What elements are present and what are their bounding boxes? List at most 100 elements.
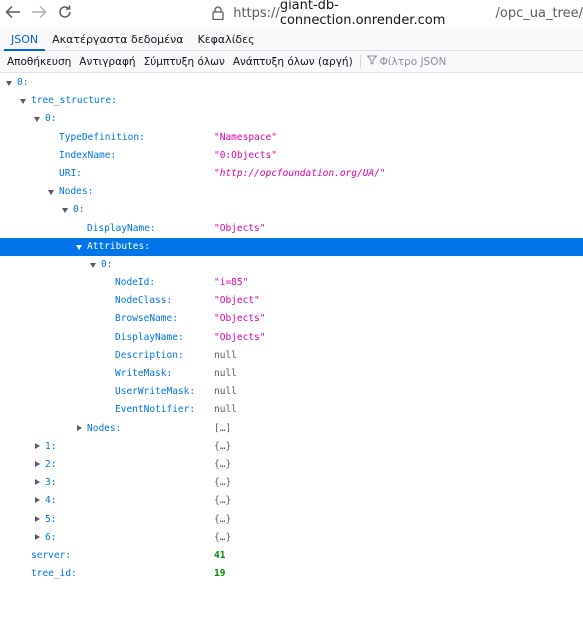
url-host: giant-db-connection.onrender.com bbox=[279, 0, 446, 28]
tree-value: {…} bbox=[214, 458, 232, 470]
reload-button[interactable] bbox=[52, 2, 78, 26]
expand-triangle-icon[interactable] bbox=[35, 442, 40, 449]
tree-key: 6: bbox=[45, 531, 57, 543]
tree-row[interactable]: URI: "http://opcfoundation.org/UA/" bbox=[0, 165, 583, 183]
tree-key: NodeId: bbox=[115, 277, 156, 289]
tree-key: 2: bbox=[45, 458, 57, 470]
collapse-triangle-icon[interactable] bbox=[90, 262, 96, 268]
tree-key: tree_id: bbox=[31, 568, 77, 580]
save-button[interactable]: Αποθήκευση bbox=[3, 56, 75, 68]
collapse-triangle-icon[interactable] bbox=[62, 208, 68, 214]
expand-triangle-icon[interactable] bbox=[35, 460, 40, 467]
tree-row[interactable]: 1: {…} bbox=[0, 438, 583, 456]
collapse-triangle-icon[interactable] bbox=[20, 99, 26, 105]
expand-triangle-icon[interactable] bbox=[35, 497, 40, 504]
tree-key: Nodes: bbox=[59, 186, 94, 198]
tree-key: 0: bbox=[45, 113, 57, 125]
tree-row[interactable]: 6: {…} bbox=[0, 529, 583, 547]
tree-row[interactable]: 0: bbox=[0, 256, 583, 274]
tree-row[interactable]: Attributes: bbox=[0, 237, 583, 256]
arrow-left-icon bbox=[5, 4, 21, 24]
expand-triangle-icon[interactable] bbox=[35, 533, 40, 540]
tree-key: DisplayName: bbox=[115, 331, 184, 343]
tree-key: EventNotifier: bbox=[115, 404, 196, 416]
tree-row[interactable]: 0: bbox=[0, 74, 583, 92]
toolbar-divider bbox=[359, 55, 361, 68]
tree-row[interactable]: tree_structure: bbox=[0, 92, 583, 110]
tree-row[interactable]: 4: {…} bbox=[0, 492, 583, 510]
tree-row[interactable]: DisplayName: "Objects" bbox=[0, 220, 583, 238]
tree-value: "Objects" bbox=[214, 331, 266, 343]
tree-row[interactable]: server: 41 bbox=[0, 547, 583, 565]
expand-triangle-icon[interactable] bbox=[35, 479, 40, 486]
tree-value: {…} bbox=[214, 531, 232, 543]
tree-row[interactable]: IndexName: "0:Objects" bbox=[0, 147, 583, 165]
tree-row[interactable]: 2: {…} bbox=[0, 456, 583, 474]
expand-triangle-icon[interactable] bbox=[77, 424, 82, 431]
json-toolbar: Αποθήκευση Αντιγραφή Σύμπτυξη όλων Ανάπτ… bbox=[0, 51, 583, 73]
forward-button[interactable] bbox=[26, 2, 52, 26]
tree-key: Nodes: bbox=[87, 422, 122, 434]
tree-value: null bbox=[214, 404, 237, 416]
tree-key: 0: bbox=[17, 77, 29, 88]
tree-value: 41 bbox=[214, 549, 226, 561]
viewer-tabs: JSON Ακατέργαστα δεδομένα Κεφαλίδες bbox=[0, 28, 583, 51]
expand-all-button[interactable]: Ανάπτυξη όλων (αργή) bbox=[229, 56, 357, 68]
tree-key: NodeClass: bbox=[115, 295, 173, 307]
tree-value: "Namespace" bbox=[214, 131, 277, 143]
tree-key: tree_structure: bbox=[31, 95, 117, 107]
address-bar[interactable]: https://giant-db-connection.onrender.com… bbox=[208, 0, 583, 28]
filter-placeholder: Φίλτρο JSON bbox=[379, 55, 447, 68]
tree-key: WriteMask: bbox=[115, 368, 173, 379]
tree-key: 4: bbox=[45, 495, 57, 507]
tree-row[interactable]: 0: bbox=[0, 201, 583, 219]
tree-row[interactable]: TypeDefinition: "Namespace" bbox=[0, 129, 583, 147]
tree-row[interactable]: DisplayName: "Objects" bbox=[0, 329, 583, 347]
tree-row[interactable]: NodeId: "i=85" bbox=[0, 274, 583, 292]
tree-key: 0: bbox=[73, 204, 85, 216]
tree-row[interactable]: BrowseName: "Objects" bbox=[0, 310, 583, 328]
tree-row[interactable]: NodeClass: "Object" bbox=[0, 292, 583, 310]
copy-button[interactable]: Αντιγραφή bbox=[75, 56, 139, 68]
arrow-right-icon bbox=[31, 4, 47, 24]
tree-row[interactable]: 3: {…} bbox=[0, 474, 583, 492]
tree-value: "0:Objects" bbox=[214, 149, 277, 161]
tree-key: UserWriteMask: bbox=[115, 386, 196, 398]
tab-headers[interactable]: Κεφαλίδες bbox=[191, 33, 262, 50]
tree-row[interactable]: EventNotifier: null bbox=[0, 401, 583, 419]
back-button[interactable] bbox=[0, 2, 26, 26]
tree-value: {…} bbox=[214, 477, 232, 489]
tree-row[interactable]: 5: {…} bbox=[0, 511, 583, 529]
tab-raw-data[interactable]: Ακατέργαστα δεδομένα bbox=[45, 33, 190, 50]
tree-value: null bbox=[214, 368, 237, 379]
filter-icon bbox=[366, 55, 380, 68]
tree-row[interactable]: 0: bbox=[0, 110, 583, 128]
tree-key: IndexName: bbox=[59, 149, 117, 161]
tree-key: TypeDefinition: bbox=[59, 131, 145, 143]
tree-value: null bbox=[214, 386, 237, 398]
tree-key: 1: bbox=[45, 440, 57, 452]
lock-icon bbox=[208, 6, 227, 20]
tree-key: BrowseName: bbox=[115, 313, 178, 325]
collapse-triangle-icon[interactable] bbox=[48, 190, 54, 196]
tree-row[interactable]: tree_id: 19 bbox=[0, 565, 583, 583]
collapse-all-button[interactable]: Σύμπτυξη όλων bbox=[140, 56, 229, 68]
collapse-triangle-icon[interactable] bbox=[76, 244, 82, 250]
expand-triangle-icon[interactable] bbox=[35, 515, 40, 522]
collapse-triangle-icon[interactable] bbox=[6, 81, 12, 86]
tree-value: "Object" bbox=[214, 295, 260, 307]
tree-key: 3: bbox=[45, 477, 57, 489]
filter-json-input[interactable]: Φίλτρο JSON bbox=[364, 55, 447, 68]
reload-icon bbox=[57, 4, 73, 25]
collapse-triangle-icon[interactable] bbox=[34, 117, 40, 123]
tab-json[interactable]: JSON bbox=[4, 33, 46, 51]
tree-row[interactable]: Nodes: bbox=[0, 183, 583, 201]
tree-key: Attributes: bbox=[87, 240, 150, 252]
tree-row[interactable]: WriteMask: null bbox=[0, 365, 583, 383]
json-tree: 0: tree_structure: 0: TypeDefinition: "Names… bbox=[0, 73, 583, 583]
tree-row[interactable]: Description: null bbox=[0, 347, 583, 365]
tree-row[interactable]: UserWriteMask: null bbox=[0, 383, 583, 401]
tree-row[interactable]: Nodes: […] bbox=[0, 420, 583, 438]
tree-key: 5: bbox=[45, 513, 57, 525]
url-path: /opc_ua_tree/ bbox=[495, 5, 583, 21]
